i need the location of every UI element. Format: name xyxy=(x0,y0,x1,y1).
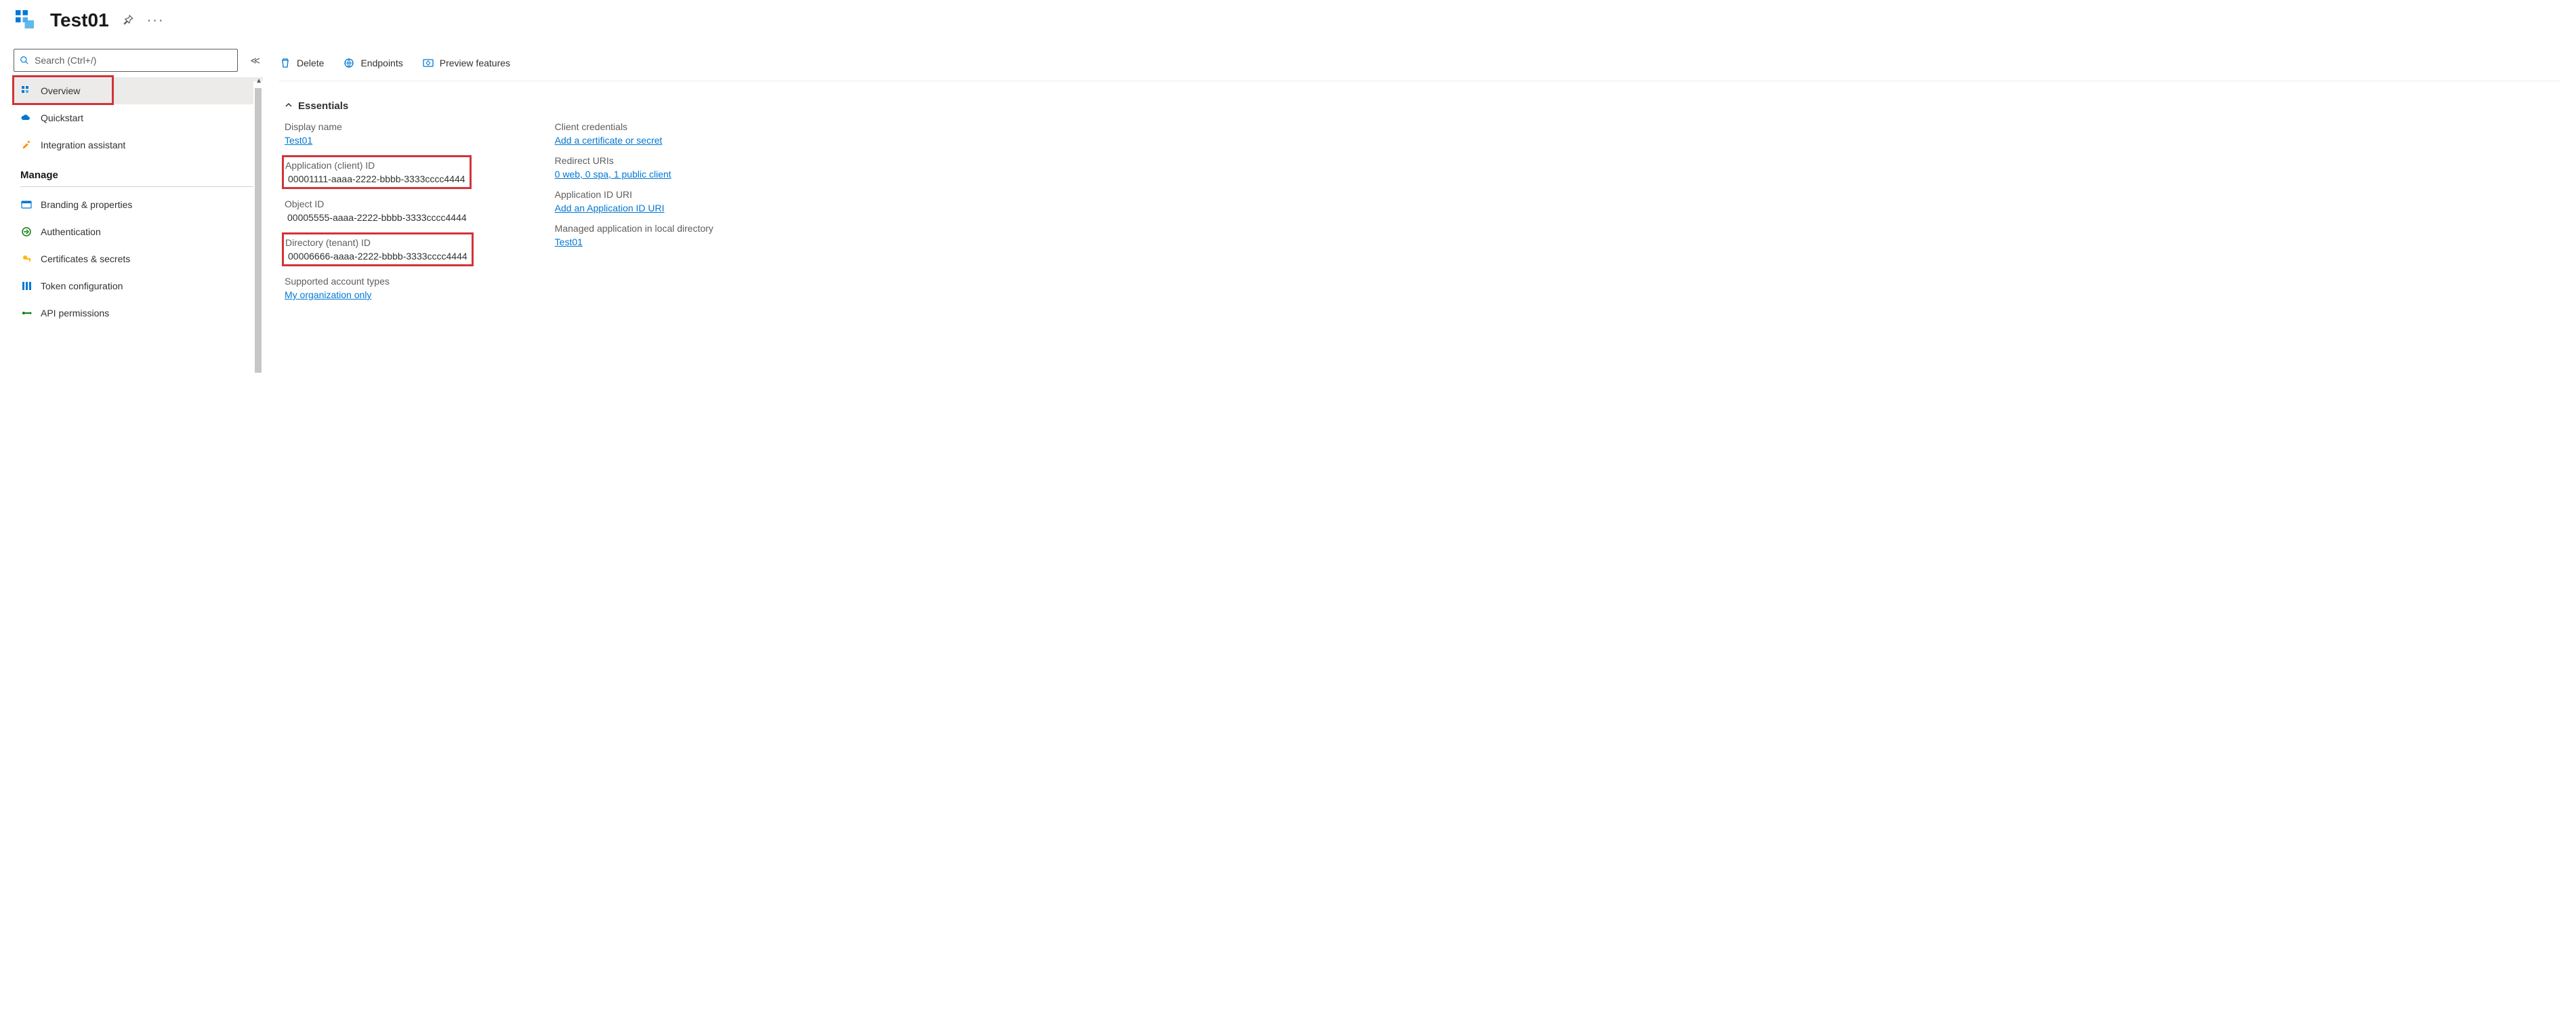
page-header: Test01 ··· xyxy=(0,0,2576,49)
rocket-icon xyxy=(20,139,33,151)
toolbar: Delete Endpoints Preview features xyxy=(279,49,2560,81)
globe-icon xyxy=(343,57,355,69)
search-icon xyxy=(20,56,29,65)
sidebar-item-label: Overview xyxy=(41,85,80,96)
sidebar-item-label: Quickstart xyxy=(41,112,83,123)
field-label: Redirect URIs xyxy=(555,155,713,166)
main-content: Delete Endpoints Preview features Es xyxy=(263,49,2576,327)
endpoints-button[interactable]: Endpoints xyxy=(343,57,402,69)
sidebar-item-api-permissions[interactable]: API permissions xyxy=(14,300,263,327)
tenant-id-value: 00006666-aaaa-2222-bbbb-3333cccc4444 xyxy=(285,251,468,262)
field-label: Object ID xyxy=(285,199,474,209)
page-title: Test01 xyxy=(50,9,109,31)
essentials-left-column: Display name Test01 Application (client)… xyxy=(285,121,474,300)
field-label: Application ID URI xyxy=(555,189,713,200)
sidebar-item-label: API permissions xyxy=(41,308,109,318)
sidebar-item-integration-assistant[interactable]: Integration assistant xyxy=(14,131,263,159)
search-input[interactable] xyxy=(35,55,232,66)
sidebar-collapse-button[interactable]: ≪ xyxy=(247,52,263,69)
sidebar-item-label: Certificates & secrets xyxy=(41,253,130,264)
trash-icon xyxy=(279,57,291,69)
sidebar-section-manage: Manage xyxy=(14,159,263,186)
field-label: Supported account types xyxy=(285,276,474,287)
object-id-value: 00005555-aaaa-2222-bbbb-3333cccc4444 xyxy=(285,212,474,223)
token-icon xyxy=(20,280,33,292)
overview-icon xyxy=(20,85,33,97)
application-id-uri-field: Application ID URI Add an Application ID… xyxy=(555,189,713,213)
application-id-value: 00001111-aaaa-2222-bbbb-3333cccc4444 xyxy=(285,173,465,184)
sidebar: ≪ Overview Quickstart Integration xyxy=(0,49,263,327)
sidebar-item-quickstart[interactable]: Quickstart xyxy=(14,104,263,131)
delete-button[interactable]: Delete xyxy=(279,57,324,69)
sidebar-item-label: Integration assistant xyxy=(41,140,125,150)
sidebar-item-token-configuration[interactable]: Token configuration xyxy=(14,272,263,300)
preview-features-button[interactable]: Preview features xyxy=(422,57,510,69)
toolbar-label: Preview features xyxy=(440,58,510,68)
sidebar-item-label: Token configuration xyxy=(41,281,123,291)
branding-icon xyxy=(20,199,33,211)
essentials-toggle[interactable]: Essentials xyxy=(285,100,2560,112)
field-label: Application (client) ID xyxy=(285,160,465,171)
toolbar-label: Endpoints xyxy=(360,58,402,68)
sidebar-item-label: Authentication xyxy=(41,226,101,237)
divider xyxy=(20,186,256,187)
display-name-link[interactable]: Test01 xyxy=(285,135,312,146)
field-label: Managed application in local directory xyxy=(555,223,713,234)
essentials-header-label: Essentials xyxy=(298,100,348,112)
sidebar-scrollbar[interactable]: ▲ xyxy=(253,81,263,327)
tenant-id-field: Directory (tenant) ID 00006666-aaaa-2222… xyxy=(285,232,474,266)
sidebar-item-branding[interactable]: Branding & properties xyxy=(14,191,263,218)
sidebar-item-label: Branding & properties xyxy=(41,199,132,210)
redirect-uris-link[interactable]: 0 web, 0 spa, 1 public client xyxy=(555,169,671,180)
field-label: Directory (tenant) ID xyxy=(285,237,468,248)
redirect-uris-field: Redirect URIs 0 web, 0 spa, 1 public cli… xyxy=(555,155,713,180)
display-name-field: Display name Test01 xyxy=(285,121,474,146)
field-label: Display name xyxy=(285,121,474,132)
supported-account-types-link[interactable]: My organization only xyxy=(285,289,371,300)
api-icon xyxy=(20,307,33,319)
essentials-right-column: Client credentials Add a certificate or … xyxy=(555,121,713,300)
pin-button[interactable] xyxy=(121,13,135,28)
managed-application-link[interactable]: Test01 xyxy=(555,236,583,247)
scrollbar-arrow-up-icon[interactable]: ▲ xyxy=(255,77,262,85)
sidebar-item-authentication[interactable]: Authentication xyxy=(14,218,263,245)
key-icon xyxy=(20,253,33,265)
app-registration-icon xyxy=(14,8,38,33)
essentials-section: Essentials Display name Test01 Applicati… xyxy=(279,100,2560,300)
client-credentials-link[interactable]: Add a certificate or secret xyxy=(555,135,663,146)
search-box[interactable] xyxy=(14,49,238,72)
object-id-field: Object ID 00005555-aaaa-2222-bbbb-3333cc… xyxy=(285,199,474,223)
preview-icon xyxy=(422,57,434,69)
field-label: Client credentials xyxy=(555,121,713,132)
scrollbar-thumb[interactable] xyxy=(255,88,262,373)
client-credentials-field: Client credentials Add a certificate or … xyxy=(555,121,713,146)
more-actions-button[interactable]: ··· xyxy=(147,13,165,28)
auth-icon xyxy=(20,226,33,238)
sidebar-item-certificates-secrets[interactable]: Certificates & secrets xyxy=(14,245,263,272)
cloud-icon xyxy=(20,112,33,124)
sidebar-item-overview[interactable]: Overview xyxy=(14,77,263,104)
toolbar-label: Delete xyxy=(297,58,324,68)
application-id-field: Application (client) ID 00001111-aaaa-22… xyxy=(285,155,474,189)
managed-application-field: Managed application in local directory T… xyxy=(555,223,713,247)
supported-account-types-field: Supported account types My organization … xyxy=(285,276,474,300)
chevron-up-icon xyxy=(285,100,293,112)
application-id-uri-link[interactable]: Add an Application ID URI xyxy=(555,203,665,213)
